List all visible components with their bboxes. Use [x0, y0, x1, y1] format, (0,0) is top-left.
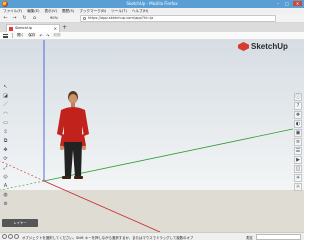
modeling-viewport[interactable]: SketchUp ↖ ◪ ／ ◠ ▭ ⇳ ⧉ ✥ ⟳ ⤢ ◎ A ◍ ⊚ ⓘ ?… [0, 40, 304, 232]
sketchup-logo: SketchUp [238, 42, 288, 51]
display-icon[interactable]: ◫ [294, 165, 302, 173]
minimize-button[interactable]: – [275, 1, 281, 6]
menu-bookmarks[interactable]: ブックマーク(B) [79, 9, 106, 14]
menu-edit[interactable]: 編集(E) [27, 9, 39, 14]
rotate-icon[interactable]: ⟳ [2, 156, 9, 163]
components-icon[interactable]: ❖ [294, 111, 302, 119]
menu-file[interactable]: ファイル(F) [3, 9, 22, 14]
url-bar[interactable]: https://app.sketchup.com/app?hl=ja [80, 15, 276, 22]
measurements-input[interactable] [256, 234, 301, 240]
rectangle-icon[interactable]: ▭ [2, 120, 9, 127]
sketchup-favicon-icon [9, 27, 13, 31]
entity-info-icon[interactable]: ⓘ [294, 93, 302, 101]
sketchup-logo-icon [238, 42, 249, 51]
orbit-icon[interactable]: ⊚ [2, 201, 9, 208]
redo-button[interactable]: ↷ [46, 34, 49, 38]
menu-help[interactable]: ヘルプ(H) [132, 9, 148, 14]
eraser-icon[interactable]: ◪ [2, 93, 9, 100]
push-pull-icon[interactable]: ⇳ [2, 129, 9, 136]
navigation-bar: ← → ↻ ⌂ 90% https://app.sketchup.com/app… [0, 14, 304, 23]
back-button[interactable]: ← [2, 15, 9, 22]
layers-icon[interactable]: ≡ [294, 138, 302, 146]
window-title: SketchUp - Mozilla Firefox [126, 1, 178, 6]
home-button[interactable]: ⌂ [31, 15, 38, 22]
status-hint-text: オブジェクトを選択してください。Shift キーを押しながら選択するか、またはマ… [22, 236, 194, 240]
tab-bar: SketchUp × + [0, 23, 304, 32]
move-icon[interactable]: ✥ [2, 147, 9, 154]
model-name: 無題 [53, 33, 61, 37]
sketchup-logo-text: SketchUp [251, 42, 288, 51]
arc-icon[interactable]: ◠ [2, 111, 9, 118]
menu-tools[interactable]: ツール(T) [111, 9, 127, 14]
scale-icon[interactable]: ⤢ [2, 165, 9, 172]
lock-icon [83, 17, 86, 20]
measurements-label: 測定 [246, 236, 253, 240]
forward-button[interactable]: → [11, 15, 18, 22]
new-tab-button[interactable]: + [62, 24, 67, 31]
solar-icon[interactable]: ☼ [294, 183, 302, 191]
geo-location-icon[interactable] [2, 234, 7, 239]
styles-icon[interactable]: ▣ [294, 129, 302, 137]
select-icon[interactable]: ↖ [2, 84, 9, 91]
menu-history[interactable]: 履歴(S) [62, 9, 74, 14]
status-bar: オブジェクトを選択してください。Shift キーを押しながら選択するか、またはマ… [0, 232, 304, 240]
reload-button[interactable]: ↻ [21, 15, 28, 22]
url-text: https://app.sketchup.com/app?hl=ja [88, 16, 154, 20]
instructor-icon[interactable]: ? [294, 102, 302, 110]
undo-button[interactable]: ↶ [39, 34, 42, 38]
offset-icon[interactable]: ⧉ [2, 138, 9, 145]
open-button[interactable]: 開く [17, 33, 24, 38]
shadows-icon[interactable]: ☀ [294, 174, 302, 182]
layers-panel-button[interactable]: レイヤー [2, 219, 38, 227]
maximize-button[interactable]: □ [284, 1, 290, 6]
axes-svg [0, 40, 294, 232]
tab-label: SketchUp [15, 26, 33, 30]
menu-view[interactable]: 表示(V) [45, 9, 57, 14]
app-toolbar: 開く 保存 ↶ ↷ 無題 [0, 32, 304, 40]
window-titlebar: SketchUp - Mozilla Firefox – □ ✕ [0, 0, 304, 8]
save-button[interactable]: 保存 [28, 33, 35, 38]
outliner-icon[interactable]: ☰ [294, 147, 302, 155]
credits-icon[interactable] [8, 234, 13, 239]
zoom-level[interactable]: 90% [50, 16, 58, 20]
text-icon[interactable]: A [2, 183, 9, 190]
materials-icon[interactable]: ◐ [294, 120, 302, 128]
close-button[interactable]: ✕ [293, 1, 302, 6]
paint-bucket-icon[interactable]: ◍ [2, 192, 9, 199]
right-panel-toolbar: ⓘ ? ❖ ◐ ▣ ≡ ☰ ▶ ◫ ☀ ☼ [294, 93, 302, 191]
tab-close-icon[interactable]: × [54, 25, 57, 32]
line-icon[interactable]: ／ [2, 102, 9, 109]
tape-measure-icon[interactable]: ◎ [2, 174, 9, 181]
left-toolbar: ↖ ◪ ／ ◠ ▭ ⇳ ⧉ ✥ ⟳ ⤢ ◎ A ◍ ⊚ [2, 84, 9, 208]
help-icon[interactable] [14, 234, 19, 239]
scale-figure-person[interactable] [57, 91, 89, 179]
red-axis [43, 180, 161, 232]
tab-sketchup[interactable]: SketchUp × [6, 24, 60, 32]
toolbar-divider [12, 33, 13, 38]
menu-hamburger-icon[interactable] [3, 33, 8, 38]
scenes-icon[interactable]: ▶ [294, 156, 302, 164]
